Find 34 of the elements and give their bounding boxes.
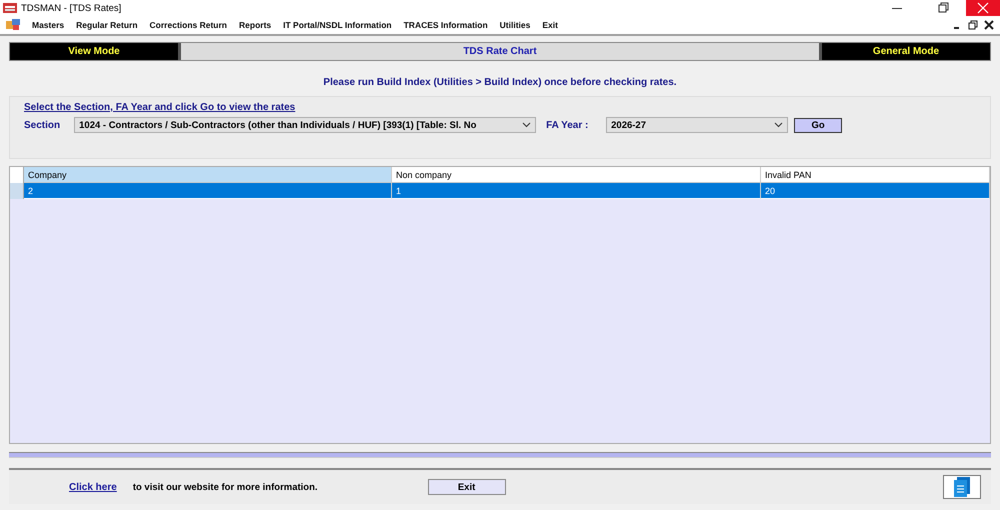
screen-heading: TDS Rate Chart [181, 43, 819, 60]
menu-item[interactable]: Utilities [494, 20, 536, 30]
app-menu-icon[interactable] [6, 19, 20, 31]
website-link[interactable]: Click here [69, 482, 117, 492]
column-header[interactable]: Company [24, 167, 392, 183]
menu-item[interactable]: Exit [536, 20, 564, 30]
mode-label: General Mode [819, 43, 990, 60]
menu-item[interactable]: Reports [233, 20, 278, 30]
notice-text: Please run Build Index (Utilities > Build Index) once before checking rates. [322, 77, 678, 88]
menu-item[interactable]: TRACES Information [398, 20, 494, 30]
info-text: to visit our website for more information. [132, 482, 318, 492]
mode-label: View Mode [10, 43, 181, 60]
menu-item[interactable]: Regular Return [70, 20, 144, 30]
table-cell: 2 [24, 183, 392, 199]
instruction-text: Select the Section, FA Year and click Go to view the rates [24, 102, 296, 113]
go-button[interactable]: Go [794, 118, 842, 132]
document-icon [954, 477, 970, 497]
menu-item[interactable]: IT Portal/NSDL Information [277, 20, 398, 30]
section-label: Section [24, 120, 60, 130]
caret-icon [522, 122, 532, 128]
restore-icon[interactable] [968, 20, 978, 30]
document-button[interactable] [943, 475, 981, 499]
section-dropdown[interactable]: 1024 - Contractors / Sub-Contractors (other than Individuals / HUF) [393(1) [Table: Sl. No [74, 117, 536, 133]
table-row[interactable]: 2 1 20 [10, 183, 990, 199]
close-icon[interactable] [984, 20, 994, 30]
fa-year-label: FA Year : [546, 120, 590, 130]
caret-icon [774, 122, 784, 128]
table-cell: 1 [392, 183, 761, 199]
window-title: TDSMAN - [TDS Rates] [21, 2, 122, 14]
menu-item[interactable]: Masters [26, 20, 70, 30]
exit-button[interactable]: Exit [428, 479, 506, 495]
menu-item[interactable]: Corrections Return [144, 20, 234, 30]
fa-year-dropdown[interactable]: 2026-27 [606, 117, 788, 133]
table-cell: 20 [761, 183, 990, 199]
